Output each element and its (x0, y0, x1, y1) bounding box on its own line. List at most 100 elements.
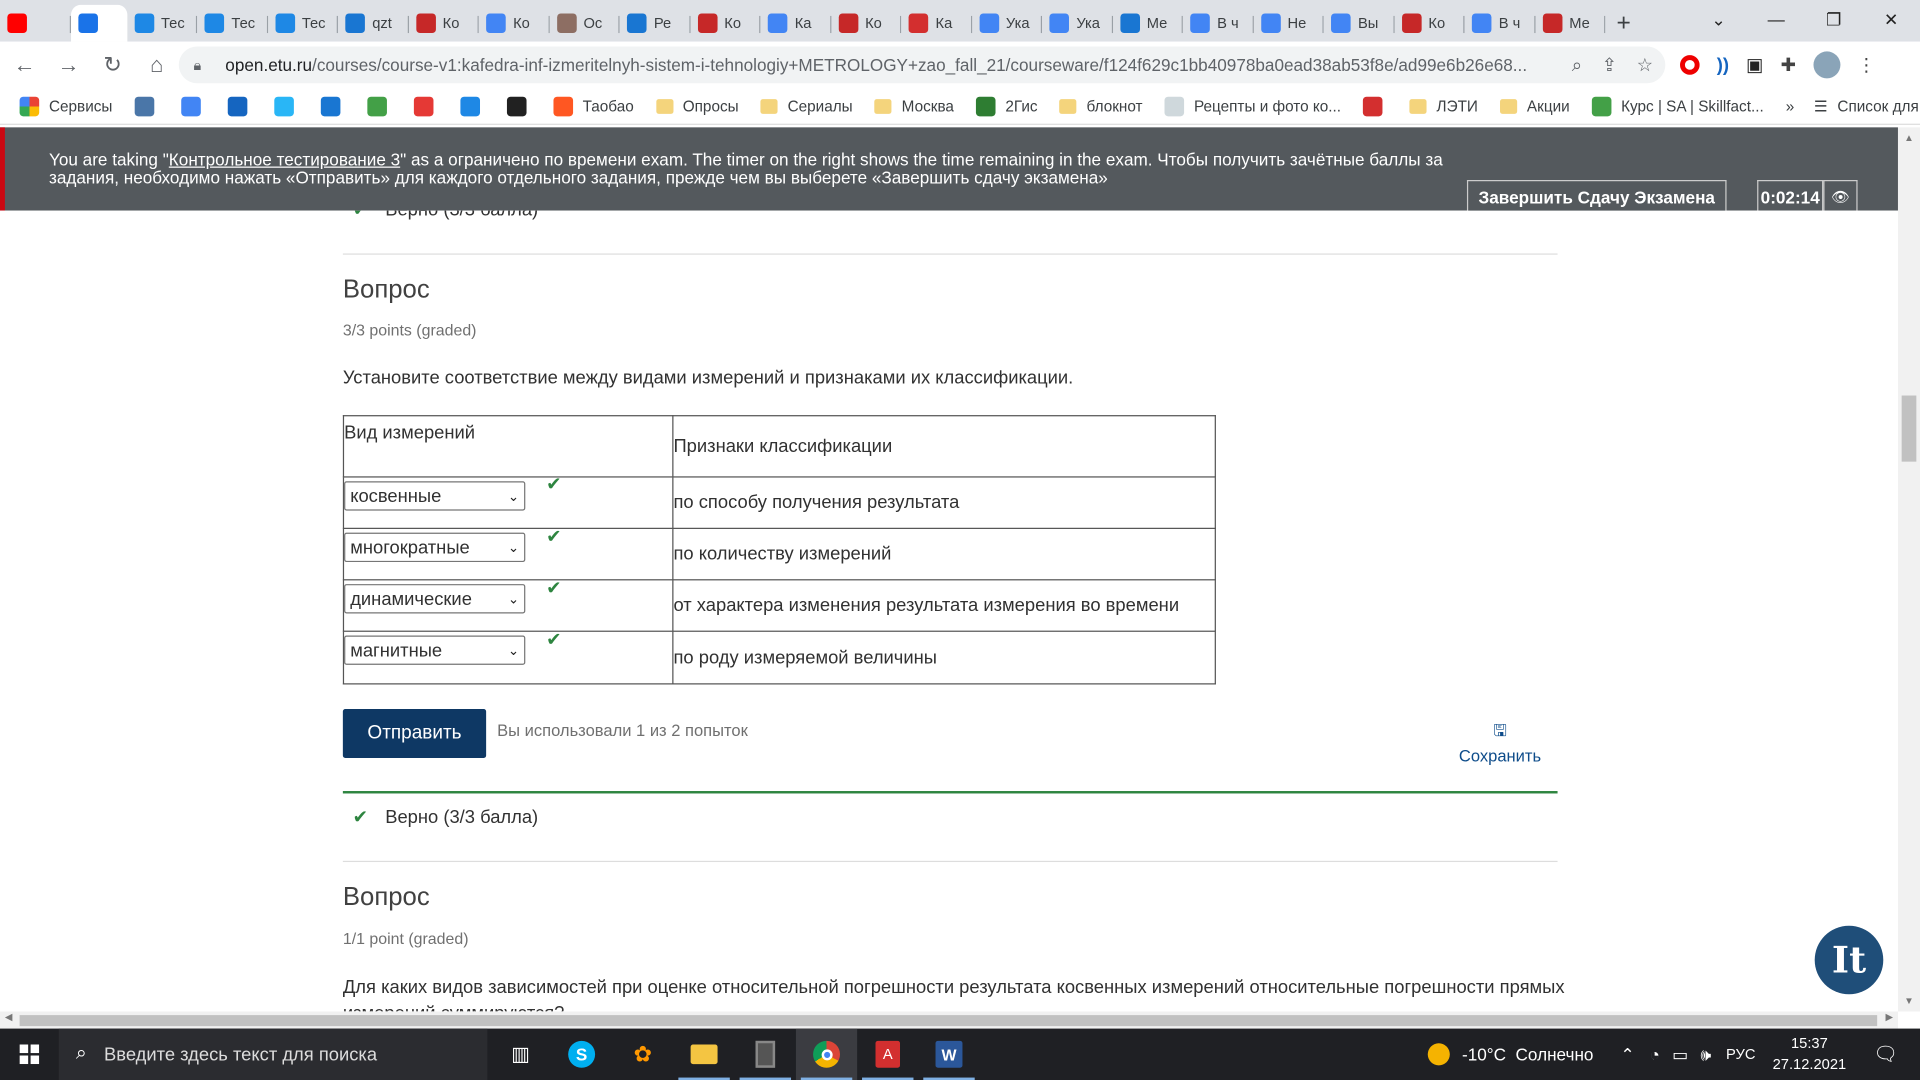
it-chat-widget[interactable]: It (1814, 925, 1884, 995)
browser-tab[interactable]: Ко (1394, 5, 1464, 42)
browser-tab[interactable]: Ко (831, 5, 901, 42)
bookmark-item[interactable] (460, 96, 489, 116)
browser-tab[interactable]: Ка (760, 5, 831, 42)
start-button[interactable] (0, 1029, 59, 1080)
share-icon[interactable]: ⇪ (1602, 54, 1617, 76)
bookmarks-more-button[interactable]: » (1786, 97, 1795, 114)
bookmark-item[interactable] (367, 96, 396, 116)
browser-tab[interactable] (0, 5, 70, 42)
browser-tab[interactable]: Ука (972, 5, 1042, 42)
bookmark-item[interactable]: Курс | SA | Skillfact... (1591, 96, 1764, 116)
bookmark-item[interactable] (274, 96, 303, 116)
browser-tab[interactable]: Не (1253, 5, 1324, 42)
word-icon[interactable]: W (918, 1029, 979, 1080)
bookmark-item[interactable] (413, 96, 443, 116)
reload-button[interactable]: ↻ (93, 45, 132, 84)
answer-select[interactable]: косвенные ⌄ (344, 481, 526, 511)
browser-tab[interactable]: Тес (268, 5, 338, 42)
vertical-scrollbar[interactable]: ▲ ▼ (1897, 127, 1920, 1012)
answer-select[interactable]: магнитные ⌄ (344, 635, 526, 665)
weather-text[interactable]: -10°C Солнечно (1462, 1044, 1593, 1064)
taskbar-search[interactable]: ⌕ Введите здесь текст для поиска (58, 1028, 488, 1080)
bookmark-item[interactable]: Акции (1499, 97, 1570, 114)
package-extension-icon[interactable]: ▣ (1746, 54, 1763, 76)
back-button[interactable]: ← (5, 45, 44, 84)
task-view-icon[interactable]: ▥ (490, 1029, 551, 1080)
browser-tab[interactable]: Тес (127, 5, 197, 42)
scroll-thumb[interactable] (1901, 395, 1917, 462)
bookmark-item[interactable]: Таобао (553, 96, 634, 116)
save-button[interactable]: 🖫 Сохранить (1452, 720, 1548, 765)
profile-avatar[interactable] (1813, 51, 1841, 79)
browser-tab[interactable]: Ре (620, 5, 690, 42)
bookmark-item[interactable] (180, 96, 210, 116)
browser-tab[interactable]: Ка (901, 5, 972, 42)
battery-icon[interactable]: ▭ (1672, 1044, 1688, 1065)
address-bar[interactable]: 🔒︎ open.etu.ru/courses/course-v1:kafedra… (178, 46, 1666, 84)
new-tab-button[interactable]: + (1605, 5, 1642, 42)
browser-tab[interactable]: Ко (690, 5, 760, 42)
browser-tab[interactable]: qzt (338, 5, 408, 42)
lock-icon[interactable]: 🔒︎ (193, 56, 210, 74)
skype-icon[interactable]: S (551, 1029, 612, 1080)
clock[interactable]: 15:37 27.12.2021 (1773, 1033, 1847, 1075)
tray-chevron-up-icon[interactable]: ⌃ (1620, 1044, 1634, 1065)
hide-timer-eye-icon[interactable]: 👁︎ (1823, 180, 1858, 212)
bookmark-item[interactable]: Сериалы (760, 97, 853, 114)
bookmark-item[interactable] (320, 96, 350, 116)
bookmark-item[interactable]: Опросы (655, 97, 739, 114)
browser-tab[interactable]: Ко (408, 5, 479, 42)
bookmark-item[interactable] (506, 96, 536, 116)
bookmark-item[interactable] (1363, 96, 1392, 116)
browser-tab[interactable]: Тес (197, 5, 267, 42)
bookmark-item[interactable]: Рецепты и фото ко... (1164, 96, 1341, 116)
chrome-icon[interactable] (795, 1028, 858, 1080)
acrobat-icon[interactable]: A (857, 1029, 918, 1080)
browser-tab[interactable]: Вы (1324, 5, 1394, 42)
notifications-icon[interactable]: 🗨︎ (1873, 1042, 1898, 1066)
tab-search-icon[interactable]: ⌄ (1690, 0, 1748, 39)
answer-select[interactable]: динамические ⌄ (344, 584, 526, 614)
scroll-down-arrow[interactable]: ▼ (1898, 996, 1920, 1007)
browser-tab[interactable]: В ч (1465, 5, 1535, 42)
home-button[interactable]: ⌂ (137, 45, 176, 84)
reading-list-button[interactable]: ☰ Список для чтения (1814, 97, 1920, 115)
maximize-button[interactable]: ❐ (1805, 0, 1863, 39)
menu-kebab-icon[interactable]: ⋮ (1857, 54, 1875, 76)
answer-select[interactable]: многократные ⌄ (344, 532, 526, 563)
network-icon[interactable]: ◔ (1649, 1044, 1659, 1064)
language-indicator[interactable]: РУС (1726, 1046, 1755, 1063)
close-window-button[interactable]: ✕ (1862, 0, 1920, 39)
file-explorer-icon[interactable] (673, 1029, 734, 1080)
extensions-puzzle-icon[interactable]: ✚ (1781, 54, 1796, 76)
browser-tab[interactable]: Ме (1535, 5, 1605, 42)
bookmark-item[interactable]: Москва (874, 97, 954, 114)
audio-extension-icon[interactable]: )) (1717, 54, 1729, 75)
scroll-right-arrow[interactable]: ▶ (1886, 1011, 1894, 1022)
browser-tab[interactable]: В ч (1183, 5, 1253, 42)
browser-tab[interactable]: Ос (549, 5, 619, 42)
end-exam-button[interactable]: Завершить Сдачу Экзамена (1466, 180, 1727, 212)
scroll-left-arrow[interactable]: ◀ (5, 1011, 13, 1022)
bookmark-item[interactable]: блокнот (1059, 97, 1143, 114)
opera-extension-icon[interactable] (1680, 55, 1700, 75)
scroll-thumb[interactable] (19, 1015, 1878, 1027)
calculator-icon[interactable] (735, 1029, 796, 1080)
scroll-up-arrow[interactable]: ▲ (1898, 132, 1920, 143)
volume-icon[interactable]: 🕪︎ (1701, 1044, 1712, 1065)
browser-tab[interactable]: Ко (479, 5, 549, 42)
paint-3d-icon[interactable]: ✿ (612, 1029, 673, 1080)
browser-tab[interactable]: Ука (1042, 5, 1112, 42)
bookmark-item[interactable]: ЛЭТИ (1409, 97, 1478, 114)
submit-button[interactable]: Отправить (342, 708, 487, 758)
browser-tab[interactable] (70, 4, 127, 42)
bookmark-item[interactable] (134, 96, 163, 116)
zoom-icon[interactable]: ⌕ (1572, 54, 1582, 75)
bookmark-item[interactable] (227, 96, 257, 116)
forward-button[interactable]: → (49, 45, 88, 84)
bookmark-star-icon[interactable]: ☆ (1637, 54, 1653, 76)
horizontal-scrollbar[interactable]: ◀ ▶ (0, 1011, 1898, 1029)
browser-tab[interactable]: Ме (1112, 5, 1183, 42)
minimize-button[interactable]: — (1747, 0, 1805, 39)
bookmark-item[interactable]: 2Гис (975, 96, 1038, 116)
